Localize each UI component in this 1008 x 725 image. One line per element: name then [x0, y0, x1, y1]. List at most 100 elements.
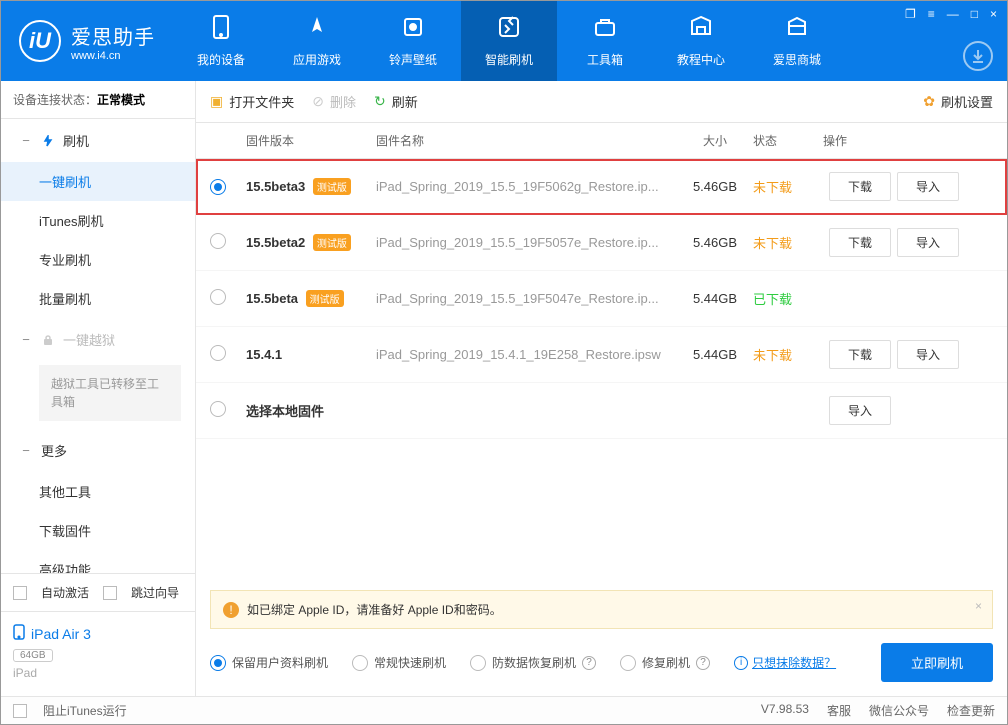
sidebar-options: 自动激活 跳过向导: [1, 573, 195, 611]
wechat-link[interactable]: 微信公众号: [869, 702, 929, 719]
help-icon[interactable]: ?: [696, 656, 710, 670]
app-name: 爱思助手: [71, 21, 155, 50]
sidebar-item[interactable]: iTunes刷机: [1, 201, 195, 240]
version-label: V7.98.53: [761, 702, 809, 719]
info-icon[interactable]: i: [734, 656, 748, 670]
nav-apps[interactable]: 应用游戏: [269, 1, 365, 81]
nav-icon: [304, 14, 330, 45]
firmware-row[interactable]: 15.5beta 测试版iPad_Spring_2019_15.5_19F504…: [196, 271, 1007, 327]
nav-icon: [592, 14, 618, 45]
win-min-icon[interactable]: —: [947, 7, 959, 21]
sidebar-item[interactable]: 一键刷机: [1, 162, 195, 201]
win-menu-icon[interactable]: ❐: [905, 7, 916, 21]
download-manager-icon[interactable]: [963, 41, 993, 71]
folder-icon: ▣: [210, 93, 223, 110]
beta-badge: 测试版: [306, 290, 344, 307]
radio-icon[interactable]: [210, 179, 226, 195]
close-notice-icon[interactable]: ×: [975, 599, 982, 613]
start-flash-button[interactable]: 立即刷机: [881, 643, 993, 682]
win-max-icon[interactable]: □: [971, 7, 978, 21]
nav-icon: [688, 14, 714, 45]
nav-device[interactable]: 我的设备: [173, 1, 269, 81]
check-update-link[interactable]: 检查更新: [947, 702, 995, 719]
collapse-icon: −: [19, 332, 33, 347]
content: ▣ 打开文件夹 ⊘ 删除 ↻ 刷新 ✿ 刷机设置 固件版本 固件名称 大小 状态: [196, 81, 1007, 696]
device-capacity: 64GB: [13, 649, 53, 662]
device-name[interactable]: iPad Air 3: [13, 624, 183, 643]
sidebar-item[interactable]: 其他工具: [1, 472, 195, 511]
toolbar: ▣ 打开文件夹 ⊘ 删除 ↻ 刷新 ✿ 刷机设置: [196, 81, 1007, 123]
radio-icon[interactable]: [210, 289, 226, 305]
import-button[interactable]: 导入: [897, 172, 959, 201]
appleid-notice: ! 如已绑定 Apple ID，请准备好 Apple ID和密码。 ×: [210, 590, 993, 629]
download-button[interactable]: 下载: [829, 172, 891, 201]
win-close-icon[interactable]: ×: [990, 7, 997, 21]
firmware-row[interactable]: 选择本地固件导入: [196, 383, 1007, 439]
import-button[interactable]: 导入: [897, 228, 959, 257]
device-status: 设备连接状态：正常模式: [1, 81, 195, 119]
flash-settings-button[interactable]: ✿ 刷机设置: [923, 92, 993, 111]
sidebar-item[interactable]: 批量刷机: [1, 279, 195, 318]
win-list-icon[interactable]: ≡: [928, 7, 935, 21]
sidebar-item[interactable]: 专业刷机: [1, 240, 195, 279]
firmware-row[interactable]: 15.4.1iPad_Spring_2019_15.4.1_19E258_Res…: [196, 327, 1007, 383]
warning-icon: !: [223, 602, 239, 618]
mode-antirecover[interactable]: 防数据恢复刷机 ?: [470, 654, 596, 671]
block-itunes-checkbox[interactable]: [13, 704, 27, 718]
open-folder-button[interactable]: ▣ 打开文件夹: [210, 92, 294, 111]
radio-icon[interactable]: [210, 233, 226, 249]
erase-only-link[interactable]: 只想抹除数据？: [752, 654, 836, 671]
sidebar-item[interactable]: 高级功能: [1, 550, 195, 573]
table-header: 固件版本 固件名称 大小 状态 操作: [196, 123, 1007, 159]
collapse-icon: −: [19, 443, 33, 458]
jailbreak-note: 越狱工具已转移至工具箱: [39, 365, 181, 421]
radio-icon[interactable]: [210, 401, 226, 417]
nav-ringtones[interactable]: 铃声壁纸: [365, 1, 461, 81]
support-link[interactable]: 客服: [827, 702, 851, 719]
download-button[interactable]: 下载: [829, 340, 891, 369]
nav-tools[interactable]: 工具箱: [557, 1, 653, 81]
collapse-icon: −: [19, 133, 33, 148]
radio-icon: [210, 655, 226, 671]
delete-button[interactable]: ⊘ 删除: [312, 92, 356, 111]
gear-icon: ✿: [923, 93, 935, 110]
delete-icon: ⊘: [312, 93, 324, 110]
sidebar-group-flash[interactable]: − 刷机: [1, 119, 195, 162]
footer: 阻止iTunes运行 V7.98.53 客服 微信公众号 检查更新: [1, 696, 1007, 724]
nav-store[interactable]: 爱思商城: [749, 1, 845, 81]
device-info: iPad Air 3 64GB iPad: [1, 611, 195, 696]
nav-flash[interactable]: 智能刷机: [461, 1, 557, 81]
app-url: www.i4.cn: [71, 50, 155, 62]
flash-mode-options: 保留用户资料刷机 常规快速刷机 防数据恢复刷机 ? 修复刷机 ? i 只想抹除数…: [210, 643, 993, 682]
mode-normal[interactable]: 常规快速刷机: [352, 654, 446, 671]
auto-activate-checkbox[interactable]: [13, 586, 27, 600]
download-button[interactable]: 下载: [829, 228, 891, 257]
phone-icon: [13, 624, 25, 643]
radio-icon: [620, 655, 636, 671]
sidebar-group-jailbreak[interactable]: − 一键越狱: [1, 318, 195, 361]
radio-icon: [470, 655, 486, 671]
radio-icon: [352, 655, 368, 671]
help-icon[interactable]: ?: [582, 656, 596, 670]
header: iU 爱思助手 www.i4.cn 我的设备应用游戏铃声壁纸智能刷机工具箱教程中…: [1, 1, 1007, 81]
sidebar-item[interactable]: 下载固件: [1, 511, 195, 550]
mode-keepdata[interactable]: 保留用户资料刷机: [210, 654, 328, 671]
nav-icon: [211, 14, 231, 45]
radio-icon[interactable]: [210, 345, 226, 361]
beta-badge: 测试版: [313, 178, 351, 195]
firmware-row[interactable]: 15.5beta2 测试版iPad_Spring_2019_15.5_19F50…: [196, 215, 1007, 271]
flash-icon: [41, 134, 55, 148]
nav-icon: [784, 14, 810, 45]
logo-icon: iU: [19, 20, 61, 62]
sidebar-group-more[interactable]: − 更多: [1, 429, 195, 472]
sidebar: 设备连接状态：正常模式 − 刷机 一键刷机iTunes刷机专业刷机批量刷机 − …: [1, 81, 196, 696]
lock-icon: [41, 333, 55, 347]
device-type: iPad: [13, 666, 183, 680]
mode-repair[interactable]: 修复刷机 ?: [620, 654, 710, 671]
firmware-row[interactable]: 15.5beta3 测试版iPad_Spring_2019_15.5_19F50…: [196, 159, 1007, 215]
refresh-button[interactable]: ↻ 刷新: [374, 92, 418, 111]
import-button[interactable]: 导入: [897, 340, 959, 369]
nav-tutorials[interactable]: 教程中心: [653, 1, 749, 81]
import-button[interactable]: 导入: [829, 396, 891, 425]
skip-guide-checkbox[interactable]: [103, 586, 117, 600]
